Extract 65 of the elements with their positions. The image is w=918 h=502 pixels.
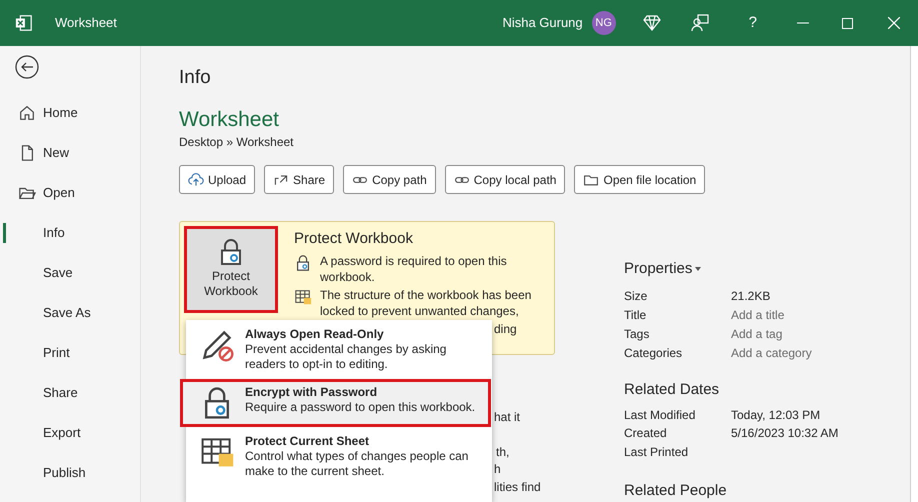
action-button[interactable]: Open file location <box>574 165 706 194</box>
property-value: 21.2KB <box>731 288 770 306</box>
text-fragment: h <box>494 461 501 478</box>
window-title: Worksheet <box>55 14 117 32</box>
text-fragment: th, <box>496 444 510 461</box>
property-label: Created <box>624 425 668 442</box>
sidebar-item[interactable]: Save As <box>0 293 140 333</box>
property-value: 5/16/2023 10:32 AM <box>731 425 838 442</box>
avatar[interactable]: NG <box>592 11 616 35</box>
action-button[interactable]: Copy path <box>343 165 436 194</box>
file-name: Worksheet <box>179 107 280 132</box>
section-title: Protect Workbook <box>294 229 414 249</box>
sidebar-item[interactable]: Share <box>0 373 140 413</box>
menu-item-title: Protect Current Sheet <box>245 434 370 449</box>
user-name: Nisha Gurung <box>502 14 583 32</box>
action-button[interactable]: Copy local path <box>444 165 566 194</box>
help-button[interactable]: ? <box>748 12 757 34</box>
property-label: Tags <box>624 326 650 343</box>
properties-heading[interactable]: Properties <box>624 258 874 280</box>
caret-icon <box>695 267 702 272</box>
property-label: Size <box>624 288 648 306</box>
section-heading: Related People <box>624 480 728 501</box>
sidebar-item[interactable]: Print <box>0 333 140 373</box>
menu-item-description: Prevent accidental changes by asking readers to opt-in to editing. <box>245 342 448 372</box>
menu-item[interactable]: Encrypt with Password Require a password to open this workbook. <box>180 379 491 427</box>
cloud-upload-icon <box>188 172 204 188</box>
description: A password is required to open this workbook. <box>320 252 508 284</box>
sidebar-item[interactable]: New <box>0 133 140 173</box>
sidebar-item[interactable]: Save <box>0 253 140 293</box>
property-value: Today, 12:03 PM <box>731 406 820 424</box>
page-heading: Info <box>179 66 212 90</box>
menu-item-title: Encrypt with Password <box>245 385 378 400</box>
property-field[interactable]: Add a category <box>731 344 861 362</box>
protect-workbook-button[interactable]: Protect Workbook <box>184 226 278 313</box>
close-icon[interactable] <box>888 17 900 29</box>
text-fragment: ding <box>494 321 517 338</box>
minimize-icon[interactable] <box>797 22 809 24</box>
upload-button[interactable]: Upload <box>179 165 256 194</box>
menu-item[interactable]: Always Open Read-Only Prevent accidental changes by asking readers to opt-in to editing. <box>186 324 492 375</box>
padlock-icon <box>294 254 312 272</box>
sidebar-item[interactable]: Publish <box>0 453 140 493</box>
text-fragment: lities find <box>494 479 541 496</box>
diamond-icon[interactable] <box>642 15 661 31</box>
section-heading: Related Dates <box>624 380 720 400</box>
property-label: Last Printed <box>624 444 690 462</box>
app-logo-icon <box>15 14 33 32</box>
property-field[interactable]: Add a tag <box>731 324 861 343</box>
maximize-icon[interactable] <box>842 18 853 28</box>
menu-item[interactable]: Protect Current Sheet Control what types of changes people can make to the current sheet. <box>186 431 492 482</box>
sidebar-item[interactable]: Home <box>0 93 140 133</box>
feedback-icon[interactable] <box>690 14 709 32</box>
property-field[interactable]: Add a title <box>731 306 861 324</box>
action-button[interactable]: Share <box>264 165 334 194</box>
sidebar-item[interactable]: Export <box>0 413 140 453</box>
file-path: Desktop » Worksheet <box>179 134 294 151</box>
house-icon <box>18 104 36 122</box>
property-label: Last Modified <box>624 406 696 424</box>
menu-item-description: Require a password to open this workbook. <box>245 400 476 415</box>
menu-item-description: Control what types of changes people can make to the current sheet. <box>245 449 470 479</box>
sidebar-item[interactable]: Open <box>0 173 140 213</box>
property-label: Categories <box>624 344 684 362</box>
menu-item-title: Always Open Read-Only <box>245 327 385 342</box>
property-label: Title <box>624 307 648 324</box>
text-fragment: hat it <box>494 409 520 426</box>
grid-lock-icon <box>294 288 312 306</box>
